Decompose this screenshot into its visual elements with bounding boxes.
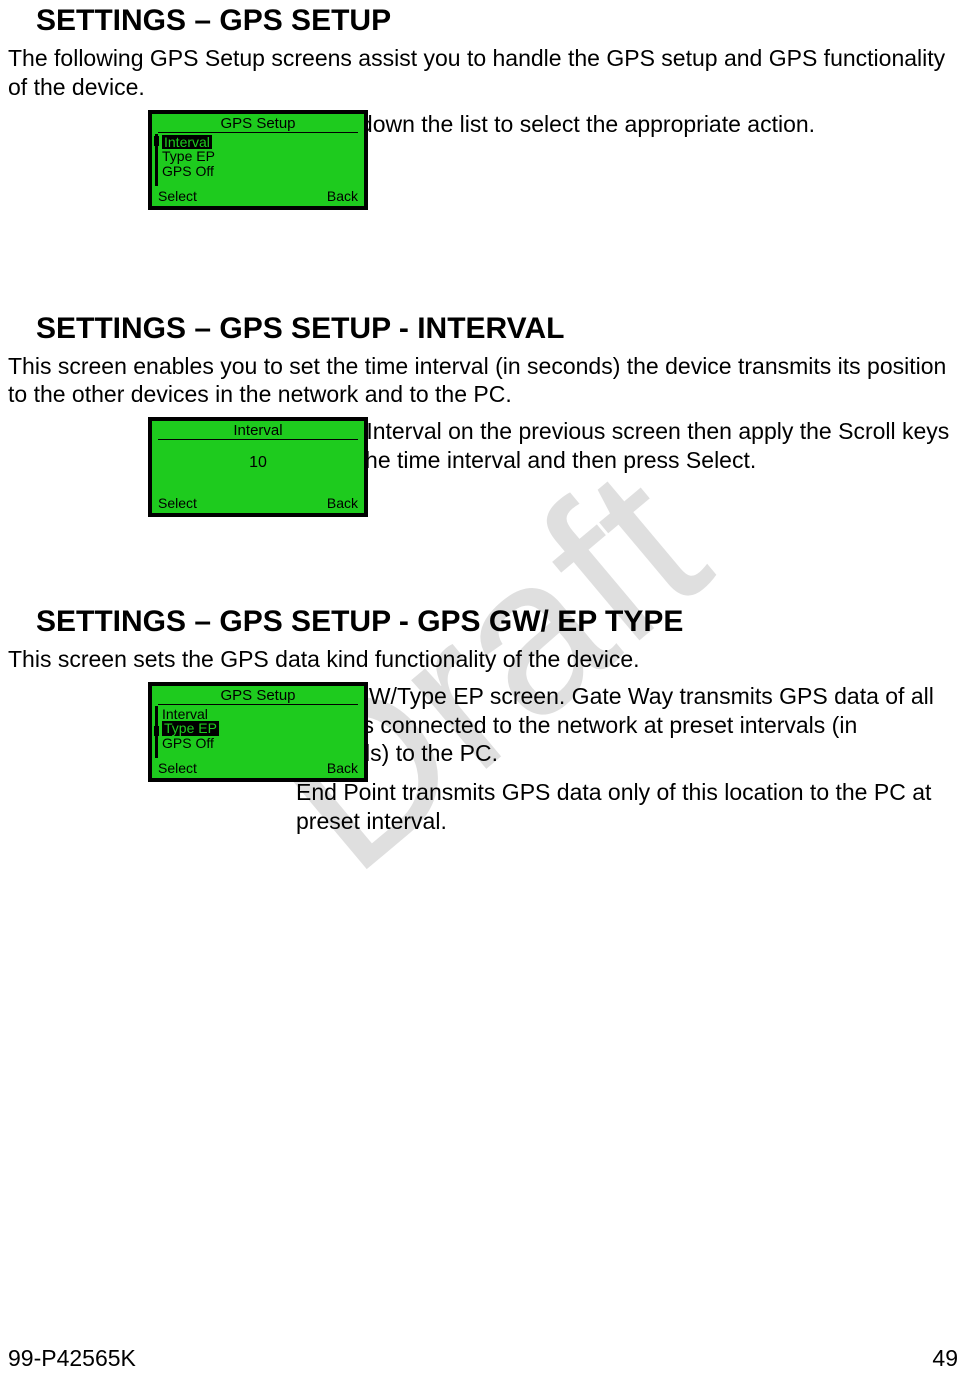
caption-interval: Select Interval on the previous screen t…	[296, 417, 956, 475]
lcd-softkey-select: Select	[158, 760, 197, 776]
lcd-title: Interval	[158, 421, 358, 440]
lcd-screenshot-gps-setup: GPS Setup Interval Type EP GPS Off Selec…	[148, 110, 368, 210]
caption-gw-ep-2: End Point transmits GPS data only of thi…	[296, 778, 956, 836]
lcd-item-interval: Interval	[162, 707, 358, 722]
lcd-screenshot-gw-ep: GPS Setup Interval Type EP GPS Off Selec…	[148, 682, 368, 782]
caption-gps-setup: Scroll down the list to select the appro…	[296, 110, 956, 139]
body-interval: This screen enables you to set the time …	[8, 352, 966, 410]
lcd-item-type-ep: Type EP	[162, 721, 219, 736]
lcd-softkey-select: Select	[158, 188, 197, 204]
lcd-item-interval: Interval	[162, 135, 212, 150]
lcd-softkey-back: Back	[327, 188, 358, 204]
heading-interval: SETTINGS – GPS SETUP - INTERVAL	[36, 312, 966, 346]
lcd-softkey-select: Select	[158, 495, 197, 511]
body-gps-setup: The following GPS Setup screens assist y…	[8, 44, 966, 102]
lcd-interval-value: 10	[152, 454, 364, 472]
heading-gw-ep-type: SETTINGS – GPS SETUP - GPS GW/ EP TYPE	[36, 605, 966, 639]
lcd-scroll-thumb	[154, 136, 159, 146]
lcd-scroll-thumb	[154, 726, 159, 736]
heading-gps-setup: SETTINGS – GPS SETUP	[36, 4, 966, 38]
doc-number: 99-P42565K	[8, 1345, 136, 1372]
caption-gw-ep-1: GPS GW/Type EP screen. Gate Way transmit…	[296, 682, 956, 768]
lcd-menu-list: Interval Type EP GPS Off	[152, 133, 364, 179]
lcd-item-gps-off: GPS Off	[162, 736, 358, 751]
lcd-softkey-back: Back	[327, 495, 358, 511]
body-gw-ep-type: This screen sets the GPS data kind funct…	[8, 645, 966, 674]
lcd-item-gps-off: GPS Off	[162, 164, 358, 179]
lcd-menu-list: Interval Type EP GPS Off	[152, 705, 364, 751]
lcd-title: GPS Setup	[158, 686, 358, 705]
lcd-title: GPS Setup	[158, 114, 358, 133]
page-number: 49	[932, 1345, 958, 1372]
lcd-item-type-ep: Type EP	[162, 149, 358, 164]
lcd-softkey-back: Back	[327, 760, 358, 776]
lcd-screenshot-interval: Interval 10 Select Back	[148, 417, 368, 517]
